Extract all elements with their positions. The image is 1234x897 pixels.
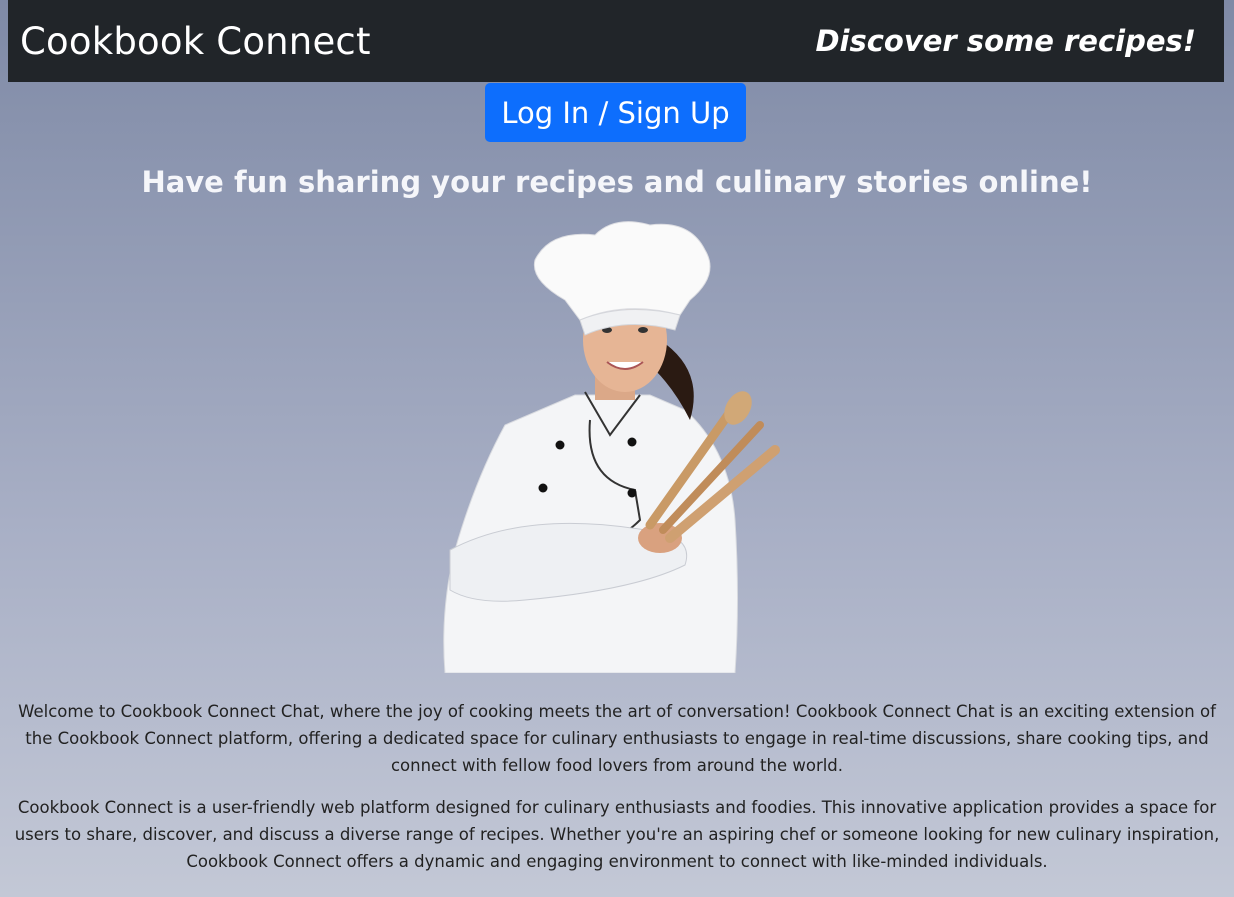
top-navbar: Cookbook Connect Discover some recipes!: [8, 0, 1224, 82]
site-brand[interactable]: Cookbook Connect: [20, 20, 371, 63]
page-headline: Have fun sharing your recipes and culina…: [141, 165, 1093, 199]
chef-hero-image: [443, 221, 780, 673]
intro-paragraph-chat: Welcome to Cookbook Connect Chat, where …: [18, 702, 1216, 775]
login-signup-button[interactable]: Log In / Sign Up: [485, 83, 746, 142]
intro-paragraph-platform: Cookbook Connect is a user-friendly web …: [14, 798, 1220, 871]
navbar-tagline: Discover some recipes!: [815, 24, 1196, 58]
